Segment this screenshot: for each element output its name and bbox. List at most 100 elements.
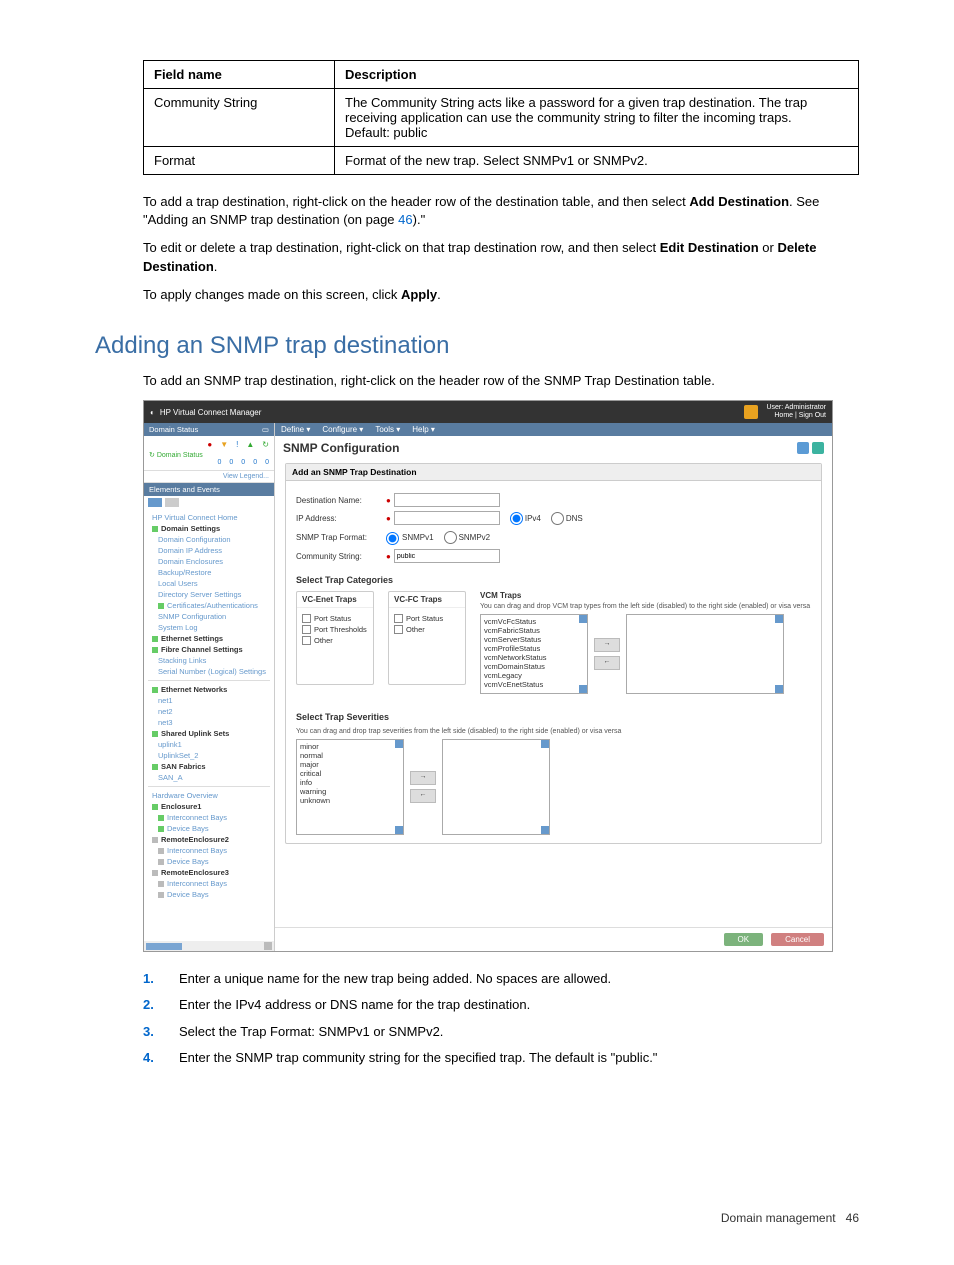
list-item[interactable]: vcmFabricStatus: [484, 626, 584, 635]
app-title: HP Virtual Connect Manager: [160, 408, 262, 417]
nav-item[interactable]: Interconnect Bays: [148, 845, 270, 856]
move-right-button[interactable]: →: [410, 771, 436, 785]
list-item[interactable]: info: [300, 778, 400, 787]
trap-checkbox[interactable]: Port Status: [394, 614, 460, 623]
nav-item[interactable]: Domain Settings: [148, 523, 270, 534]
sidebar: Domain Status▭ ●▼!▲↻ ↻ Domain Status 000…: [144, 423, 275, 951]
trap-checkbox[interactable]: Port Status: [302, 614, 368, 623]
nav-item[interactable]: System Log: [148, 622, 270, 633]
nav-item[interactable]: Domain Configuration: [148, 534, 270, 545]
list-item[interactable]: vcmNetworkStatus: [484, 653, 584, 662]
nav-item[interactable]: RemoteEnclosure3: [148, 867, 270, 878]
step-item: Enter a unique name for the new trap bei…: [143, 966, 859, 992]
ip-label: IP Address:: [296, 514, 386, 523]
menu-item[interactable]: Configure ▾: [322, 425, 363, 434]
sidebar-scrollbar[interactable]: [144, 941, 274, 951]
sev-disabled-list[interactable]: minornormalmajorcriticalinfowarningunkno…: [296, 739, 404, 835]
list-item[interactable]: minor: [300, 742, 400, 751]
nav-item[interactable]: Certificates/Authentications: [148, 600, 270, 611]
ok-button[interactable]: OK: [724, 933, 764, 946]
nav-item[interactable]: net3: [148, 717, 270, 728]
nav-item[interactable]: Hardware Overview: [148, 790, 270, 801]
nav-item[interactable]: Fibre Channel Settings: [148, 644, 270, 655]
list-item[interactable]: vcmLegacy: [484, 671, 584, 680]
nav-item[interactable]: net1: [148, 695, 270, 706]
menubar[interactable]: Define ▾ Configure ▾ Tools ▾ Help ▾: [275, 423, 832, 436]
move-right-button[interactable]: →: [594, 638, 620, 652]
nav-item[interactable]: Enclosure1: [148, 801, 270, 812]
move-left-button[interactable]: ←: [594, 656, 620, 670]
list-item[interactable]: vcmVcFcStatus: [484, 617, 584, 626]
nav-item[interactable]: Interconnect Bays: [148, 812, 270, 823]
tab-icon[interactable]: [165, 498, 179, 507]
para-apply: To apply changes made on this screen, cl…: [143, 286, 859, 304]
tab-icon[interactable]: [148, 498, 162, 507]
nav-item[interactable]: Device Bays: [148, 889, 270, 900]
nav-item[interactable]: SAN_A: [148, 772, 270, 783]
nav-item[interactable]: Serial Number (Logical) Settings: [148, 666, 270, 677]
section-intro: To add an SNMP trap destination, right-c…: [143, 372, 859, 390]
nav-item[interactable]: RemoteEnclosure2: [148, 834, 270, 845]
list-item[interactable]: major: [300, 760, 400, 769]
comm-input[interactable]: [394, 549, 500, 563]
step-item: Enter the IPv4 address or DNS name for t…: [143, 992, 859, 1018]
link-page-46[interactable]: 46: [398, 212, 412, 227]
step-item: Enter the SNMP trap community string for…: [143, 1045, 859, 1071]
signout-links[interactable]: Home | Sign Out: [766, 412, 826, 420]
cancel-button[interactable]: Cancel: [771, 933, 824, 946]
vcm-disabled-list[interactable]: vcmVcFcStatusvcmFabricStatusvcmServerSta…: [480, 614, 588, 694]
th-field: Field name: [144, 61, 335, 89]
list-item[interactable]: normal: [300, 751, 400, 760]
home-icon[interactable]: [744, 405, 758, 419]
list-item[interactable]: unknown: [300, 796, 400, 805]
view-legend-link[interactable]: View Legend...: [144, 471, 274, 483]
list-item[interactable]: vcmProfileStatus: [484, 644, 584, 653]
nav-item[interactable]: Ethernet Networks: [148, 684, 270, 695]
help-icon[interactable]: [812, 442, 824, 454]
nav-item[interactable]: Backup/Restore: [148, 567, 270, 578]
ipv4-radio[interactable]: [510, 512, 523, 525]
nav-item[interactable]: Directory Server Settings: [148, 589, 270, 600]
menu-item[interactable]: Tools ▾: [375, 425, 400, 434]
list-item[interactable]: vcmDomainStatus: [484, 662, 584, 671]
trap-checkbox[interactable]: Other: [394, 625, 460, 634]
nav-item[interactable]: Device Bays: [148, 856, 270, 867]
steps-list: Enter a unique name for the new trap bei…: [143, 966, 859, 1071]
list-item[interactable]: vcmServerStatus: [484, 635, 584, 644]
nav-item[interactable]: Stacking Links: [148, 655, 270, 666]
print-icon[interactable]: [797, 442, 809, 454]
dns-radio[interactable]: [551, 512, 564, 525]
list-item[interactable]: critical: [300, 769, 400, 778]
step-item: Select the Trap Format: SNMPv1 or SNMPv2…: [143, 1019, 859, 1045]
snmpv1-radio[interactable]: [386, 532, 399, 545]
collapse-icon[interactable]: ▭: [262, 425, 269, 434]
nav-tree[interactable]: HP Virtual Connect HomeDomain SettingsDo…: [144, 509, 274, 941]
nav-item[interactable]: Domain IP Address: [148, 545, 270, 556]
nav-item[interactable]: HP Virtual Connect Home: [148, 512, 270, 523]
nav-item[interactable]: Interconnect Bays: [148, 878, 270, 889]
menu-item[interactable]: Help ▾: [412, 425, 435, 434]
nav-item[interactable]: Ethernet Settings: [148, 633, 270, 644]
ip-input[interactable]: [394, 511, 500, 525]
nav-item[interactable]: Device Bays: [148, 823, 270, 834]
trap-checkbox[interactable]: Other: [302, 636, 368, 645]
nav-item[interactable]: UplinkSet_2: [148, 750, 270, 761]
list-item[interactable]: vcmVcEnetStatus: [484, 680, 584, 689]
nav-item[interactable]: net2: [148, 706, 270, 717]
nav-item[interactable]: uplink1: [148, 739, 270, 750]
nav-item[interactable]: Local Users: [148, 578, 270, 589]
trap-categories-heading: Select Trap Categories: [296, 575, 811, 585]
nav-item[interactable]: Domain Enclosures: [148, 556, 270, 567]
format-label: SNMP Trap Format:: [296, 533, 386, 542]
snmpv2-radio[interactable]: [444, 531, 457, 544]
list-item[interactable]: warning: [300, 787, 400, 796]
trap-checkbox[interactable]: Port Thresholds: [302, 625, 368, 634]
sev-enabled-list[interactable]: [442, 739, 550, 835]
nav-item[interactable]: SNMP Configuration: [148, 611, 270, 622]
move-left-button[interactable]: ←: [410, 789, 436, 803]
nav-item[interactable]: SAN Fabrics: [148, 761, 270, 772]
vcm-enabled-list[interactable]: [626, 614, 784, 694]
menu-item[interactable]: Define ▾: [281, 425, 310, 434]
dest-name-input[interactable]: [394, 493, 500, 507]
nav-item[interactable]: Shared Uplink Sets: [148, 728, 270, 739]
